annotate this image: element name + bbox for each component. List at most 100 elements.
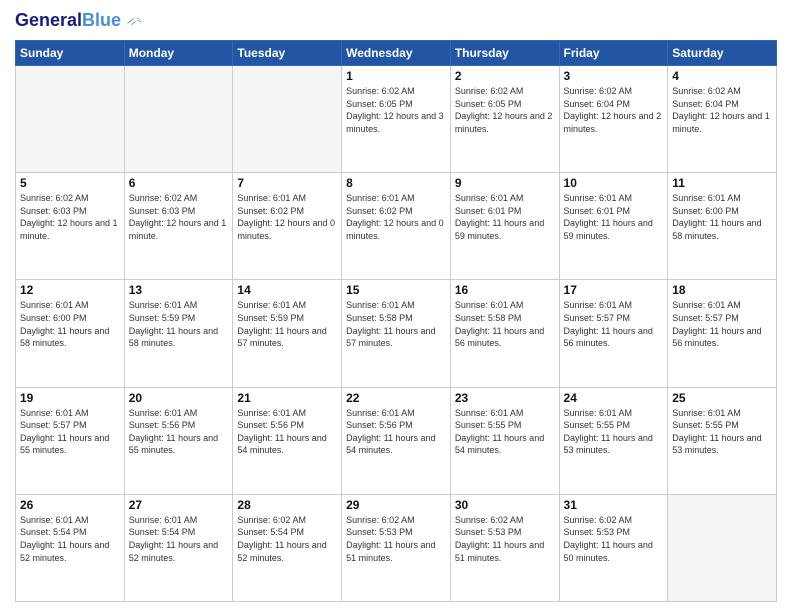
day-info: Sunrise: 6:01 AM Sunset: 6:01 PM Dayligh… <box>564 192 664 242</box>
day-cell-21: 21 Sunrise: 6:01 AM Sunset: 5:56 PM Dayli… <box>233 387 342 494</box>
day-cell-27: 27 Sunrise: 6:01 AM Sunset: 5:54 PM Dayli… <box>124 494 233 601</box>
day-info: Sunrise: 6:01 AM Sunset: 6:00 PM Dayligh… <box>672 192 772 242</box>
day-cell-29: 29 Sunrise: 6:02 AM Sunset: 5:53 PM Dayli… <box>342 494 451 601</box>
day-cell-31: 31Sunrise: 6:02 AM Sunset: 5:53 PM Dayli… <box>559 494 668 601</box>
day-info: Sunrise: 6:02 AM Sunset: 5:53 PM Dayligh… <box>455 514 555 564</box>
day-number: 30 <box>455 498 555 512</box>
day-number: 12 <box>20 283 120 297</box>
day-cell-15: 15 Sunrise: 6:01 AM Sunset: 5:58 PM Dayli… <box>342 280 451 387</box>
day-info: Sunrise: 6:01 AM Sunset: 6:02 PM Dayligh… <box>237 192 337 242</box>
day-cell-13: 13 Sunrise: 6:01 AM Sunset: 5:59 PM Dayli… <box>124 280 233 387</box>
day-info: Sunrise: 6:01 AM Sunset: 5:59 PM Dayligh… <box>237 299 337 349</box>
day-number: 23 <box>455 391 555 405</box>
day-number: 24 <box>564 391 664 405</box>
day-number: 18 <box>672 283 772 297</box>
weekday-monday: Monday <box>124 41 233 66</box>
empty-cell <box>16 66 125 173</box>
day-cell-3: 3 Sunrise: 6:02 AM Sunset: 6:04 PM Daylig… <box>559 66 668 173</box>
day-info: Sunrise: 6:01 AM Sunset: 5:58 PM Dayligh… <box>346 299 446 349</box>
day-info: Sunrise: 6:01 AM Sunset: 5:59 PM Dayligh… <box>129 299 229 349</box>
day-number: 4 <box>672 69 772 83</box>
day-info: Sunrise: 6:01 AM Sunset: 5:55 PM Dayligh… <box>455 407 555 457</box>
day-info: Sunrise: 6:01 AM Sunset: 5:58 PM Dayligh… <box>455 299 555 349</box>
weekday-wednesday: Wednesday <box>342 41 451 66</box>
day-number: 5 <box>20 176 120 190</box>
day-number: 11 <box>672 176 772 190</box>
day-number: 28 <box>237 498 337 512</box>
day-cell-1: 1Sunrise: 6:02 AM Sunset: 6:05 PM Daylig… <box>342 66 451 173</box>
day-number: 6 <box>129 176 229 190</box>
day-info: Sunrise: 6:01 AM Sunset: 5:57 PM Dayligh… <box>672 299 772 349</box>
empty-cell <box>233 66 342 173</box>
day-info: Sunrise: 6:01 AM Sunset: 5:57 PM Dayligh… <box>564 299 664 349</box>
day-info: Sunrise: 6:01 AM Sunset: 6:01 PM Dayligh… <box>455 192 555 242</box>
empty-cell <box>668 494 777 601</box>
empty-cell <box>124 66 233 173</box>
weekday-header-row: SundayMondayTuesdayWednesdayThursdayFrid… <box>16 41 777 66</box>
day-info: Sunrise: 6:01 AM Sunset: 5:56 PM Dayligh… <box>346 407 446 457</box>
day-number: 15 <box>346 283 446 297</box>
day-cell-26: 26 Sunrise: 6:01 AM Sunset: 5:54 PM Dayli… <box>16 494 125 601</box>
day-number: 25 <box>672 391 772 405</box>
day-info: Sunrise: 6:01 AM Sunset: 5:55 PM Dayligh… <box>672 407 772 457</box>
day-number: 21 <box>237 391 337 405</box>
day-number: 7 <box>237 176 337 190</box>
day-cell-20: 20 Sunrise: 6:01 AM Sunset: 5:56 PM Dayli… <box>124 387 233 494</box>
day-cell-30: 30 Sunrise: 6:02 AM Sunset: 5:53 PM Dayli… <box>450 494 559 601</box>
day-cell-8: 8 Sunrise: 6:01 AM Sunset: 6:02 PM Daylig… <box>342 173 451 280</box>
calendar-table: SundayMondayTuesdayWednesdayThursdayFrid… <box>15 40 777 602</box>
day-cell-17: 17 Sunrise: 6:01 AM Sunset: 5:57 PM Dayli… <box>559 280 668 387</box>
day-number: 8 <box>346 176 446 190</box>
day-info: Sunrise: 6:01 AM Sunset: 5:55 PM Dayligh… <box>564 407 664 457</box>
day-cell-6: 6 Sunrise: 6:02 AM Sunset: 6:03 PM Daylig… <box>124 173 233 280</box>
day-cell-24: 24 Sunrise: 6:01 AM Sunset: 5:55 PM Dayli… <box>559 387 668 494</box>
day-number: 16 <box>455 283 555 297</box>
day-info: Sunrise: 6:02 AM Sunset: 5:53 PM Dayligh… <box>346 514 446 564</box>
logo-icon <box>123 10 145 32</box>
day-info: Sunrise: 6:01 AM Sunset: 5:54 PM Dayligh… <box>20 514 120 564</box>
day-info: Sunrise: 6:02 AM Sunset: 6:03 PM Dayligh… <box>129 192 229 242</box>
day-number: 3 <box>564 69 664 83</box>
day-cell-23: 23 Sunrise: 6:01 AM Sunset: 5:55 PM Dayli… <box>450 387 559 494</box>
day-info: Sunrise: 6:01 AM Sunset: 5:57 PM Dayligh… <box>20 407 120 457</box>
day-cell-16: 16 Sunrise: 6:01 AM Sunset: 5:58 PM Dayli… <box>450 280 559 387</box>
day-number: 29 <box>346 498 446 512</box>
day-info: Sunrise: 6:02 AM Sunset: 6:04 PM Dayligh… <box>564 85 664 135</box>
header: GeneralBlue <box>15 10 777 32</box>
day-info: Sunrise: 6:01 AM Sunset: 6:00 PM Dayligh… <box>20 299 120 349</box>
day-info: Sunrise: 6:02 AM Sunset: 6:05 PM Dayligh… <box>346 85 446 135</box>
day-cell-22: 22Sunrise: 6:01 AM Sunset: 5:56 PM Dayli… <box>342 387 451 494</box>
weekday-tuesday: Tuesday <box>233 41 342 66</box>
day-number: 10 <box>564 176 664 190</box>
day-cell-10: 10 Sunrise: 6:01 AM Sunset: 6:01 PM Dayli… <box>559 173 668 280</box>
day-cell-7: 7 Sunrise: 6:01 AM Sunset: 6:02 PM Daylig… <box>233 173 342 280</box>
day-cell-14: 14 Sunrise: 6:01 AM Sunset: 5:59 PM Dayli… <box>233 280 342 387</box>
day-info: Sunrise: 6:01 AM Sunset: 5:56 PM Dayligh… <box>129 407 229 457</box>
day-cell-5: 5Sunrise: 6:02 AM Sunset: 6:03 PM Daylig… <box>16 173 125 280</box>
day-info: Sunrise: 6:01 AM Sunset: 5:54 PM Dayligh… <box>129 514 229 564</box>
day-number: 9 <box>455 176 555 190</box>
weekday-thursday: Thursday <box>450 41 559 66</box>
page: GeneralBlue SundayMondayTuesdayWednesday… <box>0 0 792 612</box>
day-number: 14 <box>237 283 337 297</box>
day-cell-25: 25 Sunrise: 6:01 AM Sunset: 5:55 PM Dayli… <box>668 387 777 494</box>
day-info: Sunrise: 6:02 AM Sunset: 6:04 PM Dayligh… <box>672 85 772 135</box>
week-row-3: 12 Sunrise: 6:01 AM Sunset: 6:00 PM Dayli… <box>16 280 777 387</box>
weekday-sunday: Sunday <box>16 41 125 66</box>
day-info: Sunrise: 6:01 AM Sunset: 6:02 PM Dayligh… <box>346 192 446 242</box>
day-number: 17 <box>564 283 664 297</box>
week-row-1: 1Sunrise: 6:02 AM Sunset: 6:05 PM Daylig… <box>16 66 777 173</box>
day-number: 2 <box>455 69 555 83</box>
day-number: 20 <box>129 391 229 405</box>
day-number: 27 <box>129 498 229 512</box>
day-cell-12: 12 Sunrise: 6:01 AM Sunset: 6:00 PM Dayli… <box>16 280 125 387</box>
day-number: 26 <box>20 498 120 512</box>
weekday-saturday: Saturday <box>668 41 777 66</box>
day-number: 13 <box>129 283 229 297</box>
day-info: Sunrise: 6:02 AM Sunset: 5:54 PM Dayligh… <box>237 514 337 564</box>
day-cell-18: 18 Sunrise: 6:01 AM Sunset: 5:57 PM Dayli… <box>668 280 777 387</box>
day-info: Sunrise: 6:02 AM Sunset: 5:53 PM Dayligh… <box>564 514 664 564</box>
day-info: Sunrise: 6:01 AM Sunset: 5:56 PM Dayligh… <box>237 407 337 457</box>
logo: GeneralBlue <box>15 10 145 32</box>
day-cell-28: 28 Sunrise: 6:02 AM Sunset: 5:54 PM Dayli… <box>233 494 342 601</box>
